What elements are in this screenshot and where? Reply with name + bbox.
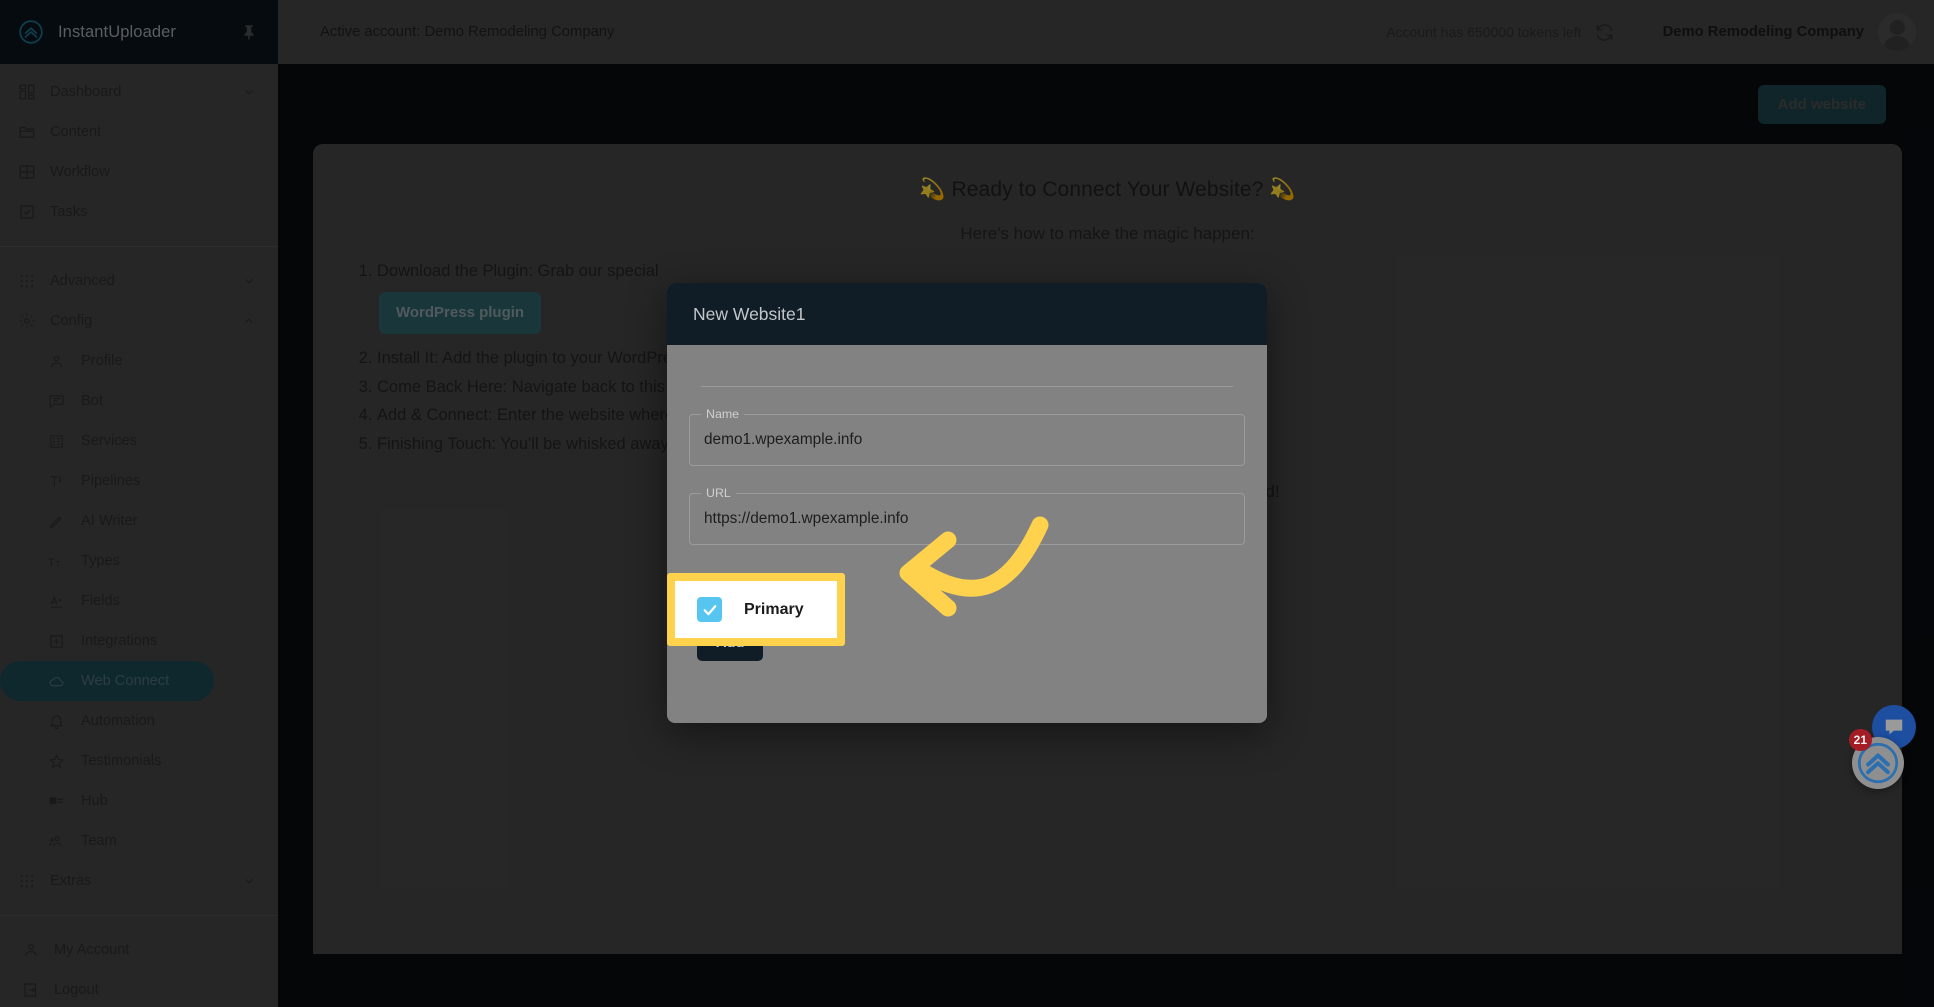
url-input[interactable] <box>704 510 1230 528</box>
primary-label-highlighted: Primary <box>744 600 804 618</box>
name-input[interactable] <box>704 431 1230 449</box>
notification-badge: 21 <box>1848 729 1872 751</box>
new-website-dialog: New Website1 Name URL Primary Add <box>667 283 1267 723</box>
url-field-legend: URL <box>701 486 736 500</box>
chat-bubble-icon <box>1885 719 1903 735</box>
name-field-wrapper[interactable]: Name <box>689 407 1245 466</box>
primary-checkbox-highlighted[interactable] <box>697 597 722 622</box>
dialog-title: New Website1 <box>693 303 806 324</box>
dialog-body: Name URL Primary Add <box>667 386 1267 723</box>
dialog-divider <box>701 386 1233 387</box>
dialog-header: New Website1 <box>667 283 1267 345</box>
annotation-highlight-box: Primary <box>667 573 845 646</box>
name-field-legend: Name <box>701 407 745 421</box>
url-field-wrapper[interactable]: URL <box>689 486 1245 545</box>
